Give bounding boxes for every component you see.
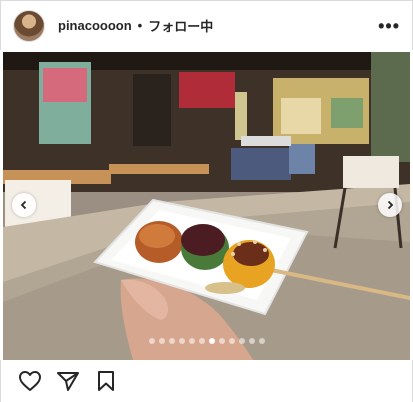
post-header: pinacoooon • フォロー中 •••	[0, 0, 413, 50]
carousel-dot	[198, 338, 205, 344]
avatar[interactable]	[13, 9, 45, 42]
chevron-left-icon	[20, 200, 27, 210]
bookmark-icon	[98, 371, 114, 391]
carousel-dot	[178, 338, 185, 344]
carousel-dot	[188, 338, 195, 344]
dango-photo	[3, 52, 410, 360]
carousel-dot	[158, 338, 165, 344]
save-button[interactable]	[93, 368, 119, 394]
more-options-icon[interactable]: •••	[378, 17, 400, 35]
post-image[interactable]	[3, 52, 410, 360]
carousel-indicator	[0, 338, 413, 344]
username[interactable]: pinacoooon	[58, 18, 132, 33]
next-image-button[interactable]	[378, 193, 402, 217]
paper-plane-icon	[57, 372, 79, 391]
carousel-dot	[218, 338, 225, 344]
carousel-dot	[168, 338, 175, 344]
carousel-dot	[238, 338, 245, 344]
carousel-dot	[248, 338, 255, 344]
carousel-dot	[208, 338, 215, 344]
action-bar	[0, 360, 413, 402]
separator-dot: •	[137, 18, 143, 33]
follow-status[interactable]: フォロー中	[148, 16, 213, 35]
heart-icon	[19, 371, 41, 391]
carousel-dot	[148, 338, 155, 344]
share-button[interactable]	[55, 368, 81, 394]
carousel-dot	[258, 338, 265, 344]
carousel-dot	[228, 338, 235, 344]
chevron-right-icon	[387, 200, 394, 210]
like-button[interactable]	[17, 368, 43, 394]
previous-image-button[interactable]	[12, 193, 36, 217]
